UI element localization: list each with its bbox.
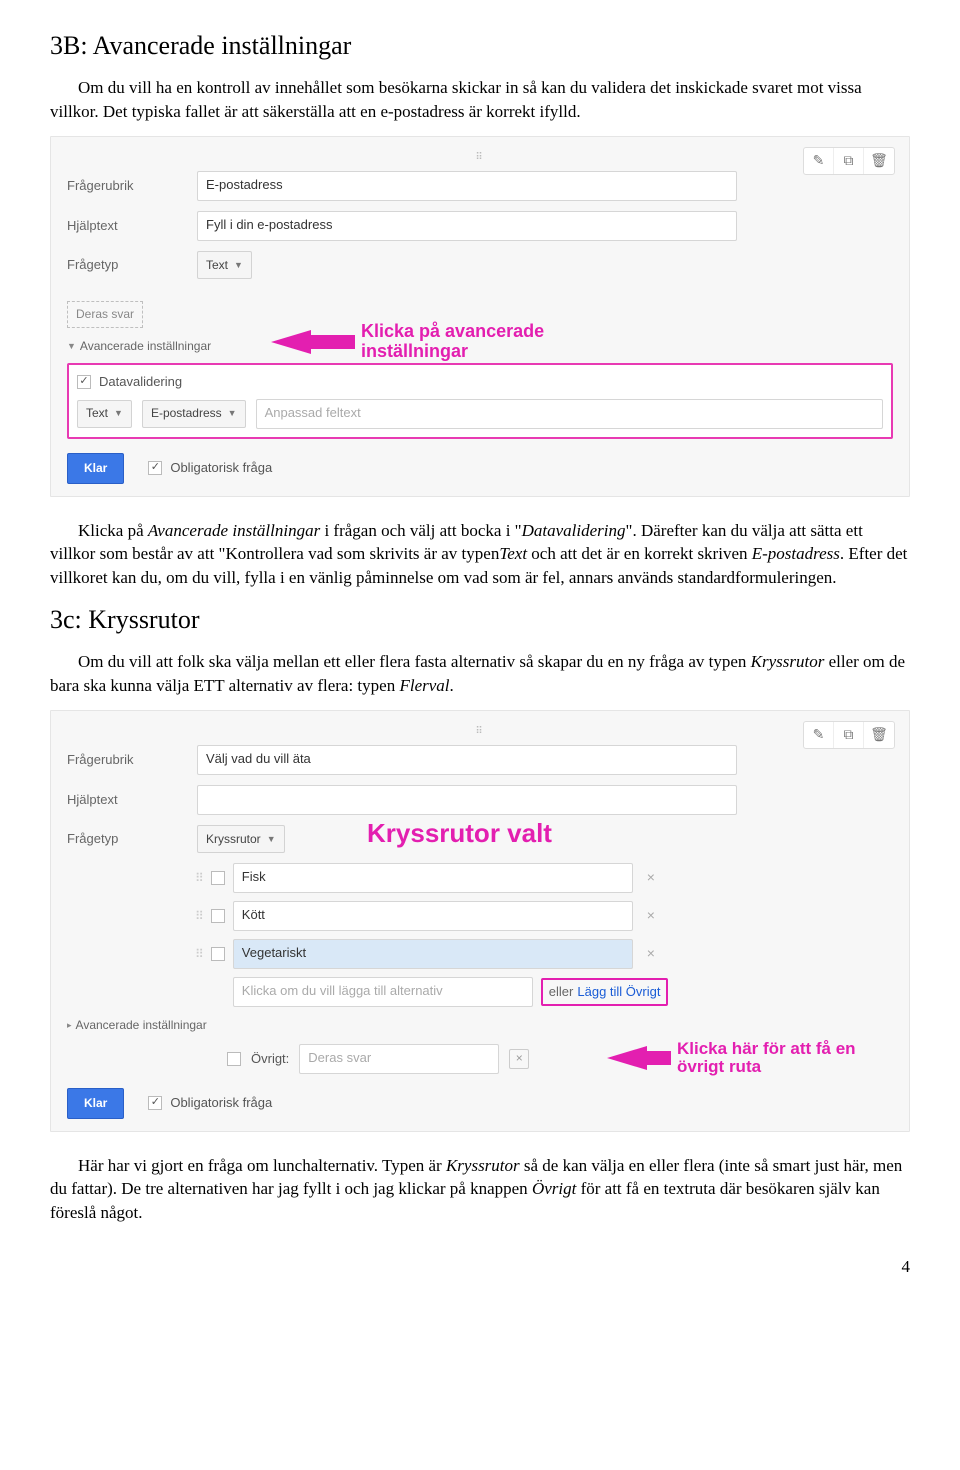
form-panel-epost: ⠿ ✎ ⧉ 🗑 Frågerubrik E-postadress Hjälpte… [50, 136, 910, 497]
advanced-settings-toggle[interactable]: ▸ Avancerade inställningar [67, 1017, 893, 1034]
checkbox-mandatory[interactable]: ✓ [148, 1096, 162, 1110]
callout-ovrigt: Klicka här för att få en övrigt ruta [677, 1040, 893, 1077]
form-panel-kryssrutor: ⠿ ✎ ⧉ 🗑 Frågerubrik Välj vad du vill äta… [50, 710, 910, 1132]
dropdown-fragetyp[interactable]: Kryssrutor ▼ [197, 825, 285, 853]
input-option-2[interactable]: Kött [233, 901, 633, 931]
label-mandatory: Obligatorisk fråga [170, 1094, 272, 1112]
add-other-highlight: eller Lägg till Övrigt [541, 978, 669, 1006]
input-fragerubrik[interactable]: Välj vad du vill äta [197, 745, 737, 775]
panel-toolbar: ✎ ⧉ 🗑 [803, 147, 895, 175]
remove-option-icon[interactable]: × [647, 944, 655, 964]
triangle-down-icon: ▼ [67, 340, 76, 353]
option-row: ⠿ Fisk × [195, 863, 893, 893]
para-3c-intro: Om du vill att folk ska välja mellan ett… [50, 650, 910, 698]
option-row: ⠿ Kött × [195, 901, 893, 931]
checkbox-ovrigt [227, 1052, 241, 1066]
drag-handle-icon[interactable]: ⠿ [195, 946, 203, 963]
label-ovrigt: Övrigt: [251, 1050, 289, 1068]
dropdown-val-sub-value: E-postadress [151, 405, 222, 422]
label-fragetyp: Frågetyp [67, 830, 197, 848]
label-hjalptext: Hjälptext [67, 791, 197, 809]
dropdown-val-type-value: Text [86, 405, 108, 422]
para-closing: Här har vi gjort en fråga om lunchaltern… [50, 1154, 910, 1225]
advanced-settings-label: Avancerade inställningar [80, 338, 211, 355]
input-ovrigt[interactable]: Deras svar [299, 1044, 499, 1074]
input-hjalptext[interactable]: Fyll i din e-postadress [197, 211, 737, 241]
chevron-down-icon: ▼ [267, 833, 276, 846]
dropdown-fragetyp-value: Text [206, 257, 228, 274]
label-hjalptext: Hjälptext [67, 217, 197, 235]
duplicate-icon[interactable]: ⧉ [834, 722, 864, 748]
label-fragetyp: Frågetyp [67, 256, 197, 274]
input-fragerubrik[interactable]: E-postadress [197, 171, 737, 201]
button-klar[interactable]: Klar [67, 453, 124, 484]
advanced-settings-label: Avancerade inställningar [76, 1017, 207, 1034]
remove-option-icon[interactable]: × [647, 906, 655, 926]
option-row: ⠿ Vegetariskt × [195, 939, 893, 969]
trash-icon[interactable]: 🗑 [864, 148, 894, 174]
edit-icon[interactable]: ✎ [804, 722, 834, 748]
dropdown-val-sub[interactable]: E-postadress ▼ [142, 400, 246, 428]
heading-3b: 3B: Avancerade inställningar [50, 28, 910, 64]
advanced-settings-toggle[interactable]: ▼ Avancerade inställningar [67, 338, 893, 355]
panel-toolbar: ✎ ⧉ 🗑 [803, 721, 895, 749]
input-add-option[interactable]: Klicka om du vill lägga till alternativ [233, 977, 533, 1007]
drag-handle-icon[interactable]: ⠿ [195, 908, 203, 925]
label-fragerubrik: Frågerubrik [67, 751, 197, 769]
para-3b-explain: Klicka på Avancerade inställningar i frå… [50, 519, 910, 590]
dropdown-val-type[interactable]: Text ▼ [77, 400, 132, 428]
edit-icon[interactable]: ✎ [804, 148, 834, 174]
chevron-down-icon: ▼ [114, 407, 123, 420]
checkbox-mandatory[interactable]: ✓ [148, 461, 162, 475]
checkbox-option [211, 947, 225, 961]
drag-handle-icon[interactable]: ⠿ [195, 870, 203, 887]
their-answer-box: Deras svar [67, 301, 143, 328]
or-text: eller [549, 983, 574, 1001]
drag-handle-icon: ⠿ [67, 151, 893, 165]
duplicate-icon[interactable]: ⧉ [834, 148, 864, 174]
dropdown-fragetyp-value: Kryssrutor [206, 831, 261, 848]
label-fragerubrik: Frågerubrik [67, 177, 197, 195]
checkbox-option [211, 871, 225, 885]
validation-block-highlight: ✓ Datavalidering Text ▼ E-postadress ▼ A… [67, 363, 893, 439]
input-hjalptext[interactable] [197, 785, 737, 815]
dropdown-fragetyp[interactable]: Text ▼ [197, 251, 252, 279]
label-datavalidation: Datavalidering [99, 373, 182, 391]
button-klar[interactable]: Klar [67, 1088, 124, 1119]
checkbox-datavalidation[interactable]: ✓ [77, 375, 91, 389]
add-other-link[interactable]: Lägg till Övrigt [577, 983, 660, 1001]
arrow-icon [607, 1046, 671, 1070]
chevron-down-icon: ▼ [234, 259, 243, 272]
input-option-3[interactable]: Vegetariskt [233, 939, 633, 969]
page-number: 4 [50, 1255, 910, 1279]
remove-option-icon[interactable]: × [647, 868, 655, 888]
input-feltext[interactable]: Anpassad feltext [256, 399, 883, 429]
add-option-row: ⠿ Klicka om du vill lägga till alternati… [195, 977, 893, 1007]
input-option-1[interactable]: Fisk [233, 863, 633, 893]
remove-ovrigt-button[interactable]: × [509, 1049, 529, 1069]
trash-icon[interactable]: 🗑 [864, 722, 894, 748]
triangle-right-icon: ▸ [67, 1019, 72, 1032]
label-mandatory: Obligatorisk fråga [170, 459, 272, 477]
drag-handle-icon: ⠿ [67, 725, 893, 739]
para-3b-intro: Om du vill ha en kontroll av innehållet … [50, 76, 910, 124]
heading-3c: 3c: Kryssrutor [50, 602, 910, 638]
checkbox-option [211, 909, 225, 923]
chevron-down-icon: ▼ [228, 407, 237, 420]
